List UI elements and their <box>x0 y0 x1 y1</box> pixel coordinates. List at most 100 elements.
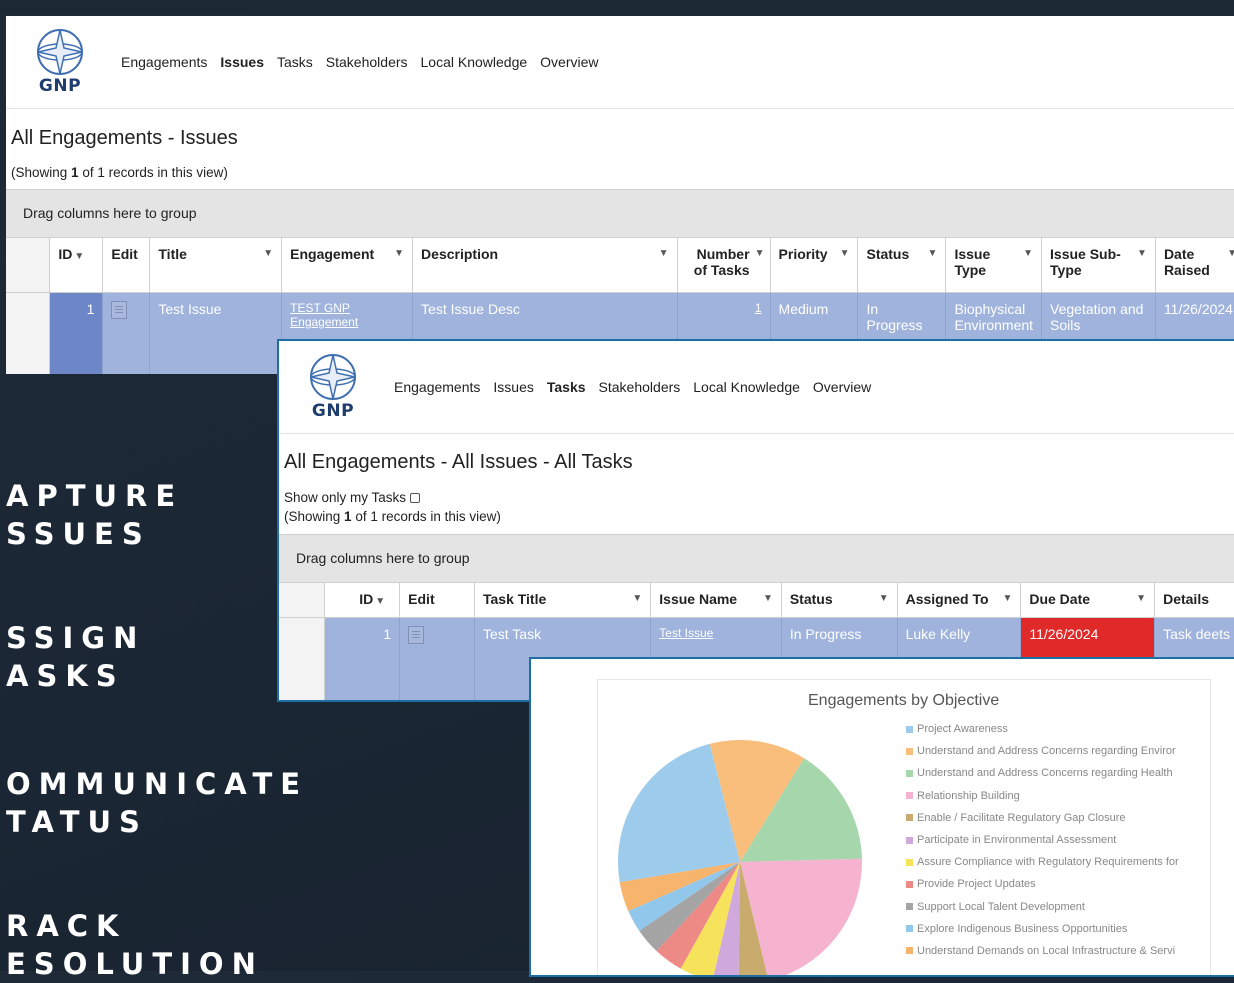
capture-issues-text: APTURE SSUES <box>6 479 184 551</box>
legend-label: Enable / Facilitate Regulatory Gap Closu… <box>917 811 1126 824</box>
assign-tasks-text: SSIGN ASKS <box>6 621 146 693</box>
legend-item[interactable]: Provide Project Updates <box>906 873 1179 895</box>
nav-issues[interactable]: Issues <box>493 379 533 395</box>
navbar: GNP Engagements Issues Tasks Stakeholder… <box>6 16 1234 109</box>
nav-local-knowledge[interactable]: Local Knowledge <box>421 54 528 70</box>
nav-tasks[interactable]: Tasks <box>547 379 586 395</box>
legend-label: Understand and Address Concerns regardin… <box>917 767 1173 780</box>
filter-icon[interactable]: ▼ <box>1137 248 1147 259</box>
col-issue-name[interactable]: Issue Name ▼ <box>650 583 782 618</box>
my-tasks-checkbox[interactable] <box>410 492 421 503</box>
col-title[interactable]: Title ▼ <box>149 238 283 293</box>
legend-swatch <box>906 836 913 844</box>
col-edit: Edit <box>399 583 475 618</box>
nav-overview[interactable]: Overview <box>540 54 598 70</box>
page-title: All Engagements - All Issues - All Tasks <box>284 451 633 473</box>
col-priority[interactable]: Priority ▼ <box>770 238 859 293</box>
col-issue-type[interactable]: Issue Type ▼ <box>945 238 1043 293</box>
pie-chart <box>618 740 862 975</box>
legend-item[interactable]: Support Local Talent Development <box>906 896 1179 918</box>
legend-item[interactable]: Understand and Address Concerns regardin… <box>906 762 1179 784</box>
row-edit[interactable] <box>399 617 475 700</box>
records-count: (Showing 1 of 1 records in this view) <box>11 165 228 180</box>
track-resolution-text: RACK ESOLUTION <box>6 909 264 981</box>
legend-item[interactable]: Relationship Building <box>906 785 1179 807</box>
legend-label: Relationship Building <box>917 789 1020 802</box>
records-count: (Showing 1 of 1 records in this view) <box>284 509 501 524</box>
filter-icon[interactable]: ▼ <box>74 251 84 262</box>
col-assigned-to[interactable]: Assigned To ▼ <box>897 583 1022 618</box>
filter-icon[interactable]: ▼ <box>928 248 938 259</box>
col-status[interactable]: Status ▼ <box>857 238 947 293</box>
col-id[interactable]: ID ▼ <box>49 238 104 293</box>
group-drop-zone[interactable]: Drag columns here to group <box>6 189 1234 238</box>
filter-icon[interactable]: ▼ <box>263 248 273 259</box>
filter-icon[interactable]: ▼ <box>840 248 850 259</box>
col-status[interactable]: Status ▼ <box>781 583 898 618</box>
legend-item[interactable]: Enable / Facilitate Regulatory Gap Closu… <box>906 807 1179 829</box>
col-due-date[interactable]: Due Date ▼ <box>1020 583 1156 618</box>
legend-item[interactable]: Project Awareness <box>906 718 1179 740</box>
nav-local-knowledge[interactable]: Local Knowledge <box>693 379 800 395</box>
col-task-title[interactable]: Task Title ▼ <box>474 583 652 618</box>
chart-container: Engagements by Objective Project Awarene… <box>597 679 1211 975</box>
nav-engagements[interactable]: Engagements <box>394 379 480 395</box>
legend-label: Participate in Environmental Assessment <box>917 834 1117 847</box>
legend-label: Understand Demands on Local Infrastructu… <box>917 944 1176 957</box>
col-engagement[interactable]: Engagement ▼ <box>281 238 414 293</box>
col-number-of-tasks[interactable]: Number of Tasks ▼ <box>677 238 771 293</box>
row-blank <box>6 292 51 374</box>
filter-icon[interactable]: ▼ <box>659 248 669 259</box>
nav-stakeholders[interactable]: Stakeholders <box>599 379 681 395</box>
group-drop-zone[interactable]: Drag columns here to group <box>279 534 1234 583</box>
my-tasks-filter[interactable]: Show only my Tasks <box>284 490 1234 505</box>
nav-overview[interactable]: Overview <box>813 379 871 395</box>
row-title: Test Issue <box>149 292 283 374</box>
communicate-status-text: OMMUNICATE TATUS <box>6 767 309 839</box>
col-date-raised[interactable]: Date Raised ▼ <box>1155 238 1234 293</box>
legend-item[interactable]: Assure Compliance with Regulatory Requir… <box>906 851 1179 873</box>
logo-text: GNP <box>311 401 355 421</box>
header-blank <box>279 583 326 618</box>
issues-screenshot-panel: GNP Engagements Issues Tasks Stakeholder… <box>6 16 1234 374</box>
legend-item[interactable]: Understand and Address Concerns regardin… <box>906 740 1179 762</box>
nav-issues[interactable]: Issues <box>220 54 264 70</box>
legend-item[interactable]: Understand Demands on Local Infrastructu… <box>906 940 1179 962</box>
chart-screenshot-panel: Engagements by Objective Project Awarene… <box>529 657 1234 977</box>
filter-icon[interactable]: ▼ <box>375 596 385 607</box>
logo-text: GNP <box>38 76 82 96</box>
filter-icon[interactable]: ▼ <box>1023 248 1033 259</box>
filter-icon[interactable]: ▼ <box>755 248 765 259</box>
page-title: All Engagements - Issues <box>11 127 238 149</box>
legend-item[interactable]: Participate in Environmental Assessment <box>906 829 1179 851</box>
legend-label: Provide Project Updates <box>917 878 1036 891</box>
legend-swatch <box>906 903 913 911</box>
row-edit[interactable] <box>102 292 151 374</box>
col-description[interactable]: Description ▼ <box>412 238 678 293</box>
tasks-screenshot-panel: GNP Engagements Issues Tasks Stakeholder… <box>277 339 1234 702</box>
filter-icon[interactable]: ▼ <box>1002 593 1012 604</box>
top-strip <box>0 0 1234 14</box>
legend-label: Explore Indigenous Business Opportunitie… <box>917 922 1128 935</box>
filter-icon[interactable]: ▼ <box>394 248 404 259</box>
legend-swatch <box>906 792 913 800</box>
legend-swatch <box>906 725 913 733</box>
navbar: GNP Engagements Issues Tasks Stakeholder… <box>279 341 1234 434</box>
filter-icon[interactable]: ▼ <box>763 593 773 604</box>
main-nav: Engagements Issues Tasks Stakeholders Lo… <box>394 379 871 395</box>
col-issue-sub-type[interactable]: Issue Sub- Type ▼ <box>1041 238 1156 293</box>
edit-icon[interactable] <box>408 625 425 644</box>
legend-swatch <box>906 769 913 777</box>
legend-label: Assure Compliance with Regulatory Requir… <box>917 856 1179 869</box>
filter-icon[interactable]: ▼ <box>1136 593 1146 604</box>
nav-stakeholders[interactable]: Stakeholders <box>326 54 408 70</box>
edit-icon[interactable] <box>111 300 128 319</box>
legend-item[interactable]: Explore Indigenous Business Opportunitie… <box>906 918 1179 940</box>
col-id[interactable]: ID ▼ <box>324 583 401 618</box>
nav-engagements[interactable]: Engagements <box>121 54 207 70</box>
col-details[interactable]: Details <box>1154 583 1234 618</box>
filter-icon[interactable]: ▼ <box>632 593 642 604</box>
nav-tasks[interactable]: Tasks <box>277 54 313 70</box>
filter-icon[interactable]: ▼ <box>1227 248 1234 259</box>
filter-icon[interactable]: ▼ <box>879 593 889 604</box>
